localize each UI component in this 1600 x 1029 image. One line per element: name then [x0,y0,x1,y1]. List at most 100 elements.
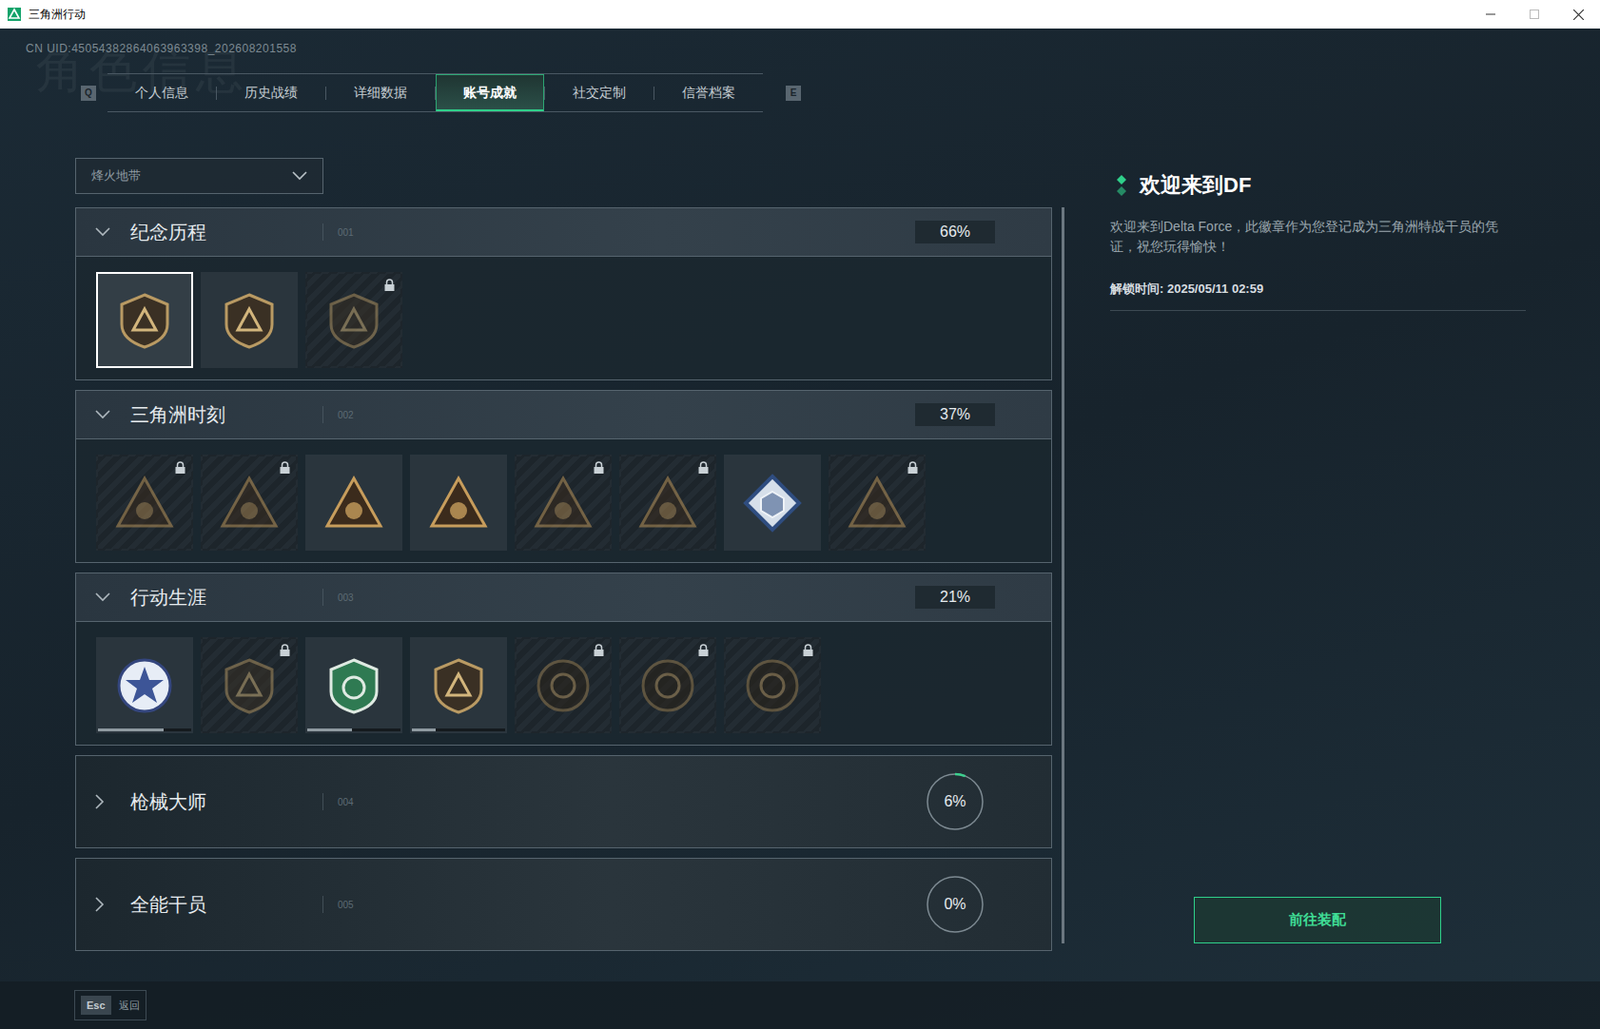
badge-tile[interactable] [96,454,194,551]
lock-icon [698,461,709,474]
badge-tile[interactable] [409,637,508,734]
badge-tile[interactable] [200,272,298,369]
scrollbar[interactable] [1061,207,1065,944]
badge-tile[interactable] [305,637,403,734]
minimize-button[interactable] [1468,0,1513,29]
chevron-down-icon [95,592,111,603]
tab-separator [215,86,217,100]
badge-tile[interactable] [723,637,821,734]
tab[interactable]: 社交定制 [545,74,654,112]
section-number: 002 [337,408,354,423]
tab[interactable]: 账号成就 [435,74,545,112]
section-list: 纪念历程00166%三角洲时刻00237%行动生涯00321%枪械大师0046%… [75,207,1053,952]
round-badge-icon [637,655,699,717]
badge-progress-fill [97,728,164,732]
section-number: 001 [337,225,354,240]
section-header[interactable]: 全能干员0050% [76,858,1052,951]
percent-box: 66% [915,220,996,244]
back-button[interactable]: Esc返回 [74,990,147,1022]
lock-icon [384,278,395,292]
badge-tile[interactable] [305,272,403,369]
tab[interactable]: 详细数据 [326,74,435,112]
diamond-badge-icon [741,472,803,534]
section-title: 行动生涯 [130,583,207,612]
triangle-badge-icon [114,472,176,534]
badge-tile[interactable] [305,454,403,551]
prev-tab-key[interactable]: Q [80,85,97,101]
achievement-section: 全能干员0050% [75,858,1053,952]
badge-tile[interactable] [514,637,612,734]
section-header[interactable]: 纪念历程 001 66% [76,208,1052,256]
badge-tile[interactable] [828,454,926,551]
section-header[interactable]: 枪械大师 004 6% [76,756,1052,848]
triangle-badge-icon [532,472,594,534]
chevron-box [76,227,131,237]
title-divider [322,793,324,811]
section-title: 三角洲时刻 [130,400,226,430]
shield-badge-icon [114,290,176,352]
chevron-box [76,409,131,420]
title-divider [322,406,324,424]
lock-icon [279,461,291,474]
title-bar: 三角洲行动 [0,0,1600,29]
esc-key: Esc [80,995,112,1016]
achievement-column: 烽火地带纪念历程00166%三角洲时刻00237%行动生涯00321%枪械大师0… [75,157,1053,952]
next-tab-key[interactable]: E [785,85,801,101]
badge-tile[interactable] [96,272,194,369]
unlock-time: 解锁时间: 2025/05/11 02:59 [1110,279,1526,299]
triangle-badge-icon [323,472,385,534]
shield-badge-icon [323,290,385,352]
triangle-badge-icon [637,472,699,534]
percent-label: 66% [939,220,971,244]
section-header[interactable]: 三角洲时刻 002 37% [76,390,1052,439]
detail-title: 欢迎来到DF [1139,171,1251,200]
tab-label: 信誉档案 [682,82,736,103]
uid-label: CN UID:45054382864063963398_202608201558 [25,41,297,56]
tab-label: 历史战绩 [244,82,298,103]
window-title: 三角洲行动 [28,5,86,23]
badge-tile[interactable] [200,454,298,551]
tab-label: 个人信息 [135,82,189,103]
progress-ring: 6% [925,772,985,832]
mode-dropdown[interactable]: 烽火地带 [75,157,324,195]
badge-tile[interactable] [514,454,612,551]
chevron-down-icon [292,171,308,181]
section-title: 枪械大师 [130,787,207,817]
content-row: 烽火地带纪念历程00166%三角洲时刻00237%行动生涯00321%枪械大师0… [0,157,1600,952]
minimize-icon [1485,9,1496,20]
tab[interactable]: 历史战绩 [216,74,326,112]
tab[interactable]: 信誉档案 [654,74,763,112]
badge-tile[interactable] [96,637,194,734]
section-number: 003 [337,590,354,605]
uid-row: CN UID:45054382864063963398_202608201558 [0,28,1600,52]
chevron-down-icon [95,227,111,237]
detail-divider [1110,310,1526,312]
maximize-button[interactable] [1512,0,1557,29]
tab-separator [653,86,655,100]
maximize-icon [1529,9,1540,20]
section-number: 004 [337,795,354,810]
section-title: 全能干员 [130,890,207,919]
equip-button[interactable]: 前往装配 [1193,897,1442,944]
percent-label: 0% [943,893,966,917]
percent-box: 37% [915,403,996,427]
section-title: 纪念历程 [130,217,207,247]
diamond-marker-icon [1114,175,1129,196]
badge-tile[interactable] [409,454,508,551]
section-header[interactable]: 行动生涯00321% [76,573,1052,622]
chevron-box [76,794,131,810]
badge-tile[interactable] [200,637,298,734]
round-badge-icon [532,655,594,717]
close-button[interactable] [1556,0,1600,29]
title-divider [322,896,324,914]
badge-progress-track [411,728,506,732]
tab[interactable]: 个人信息 [107,74,216,112]
badge-tile[interactable] [619,454,717,551]
footer-bar: Esc返回 [0,981,1600,1029]
chevron-right-icon [95,897,105,913]
lock-icon [593,461,605,474]
badge-tile[interactable] [723,454,821,551]
badge-tile[interactable] [619,637,717,734]
dropdown-value: 烽火地带 [91,166,141,186]
section-title-box: 行动生涯 [130,583,323,612]
